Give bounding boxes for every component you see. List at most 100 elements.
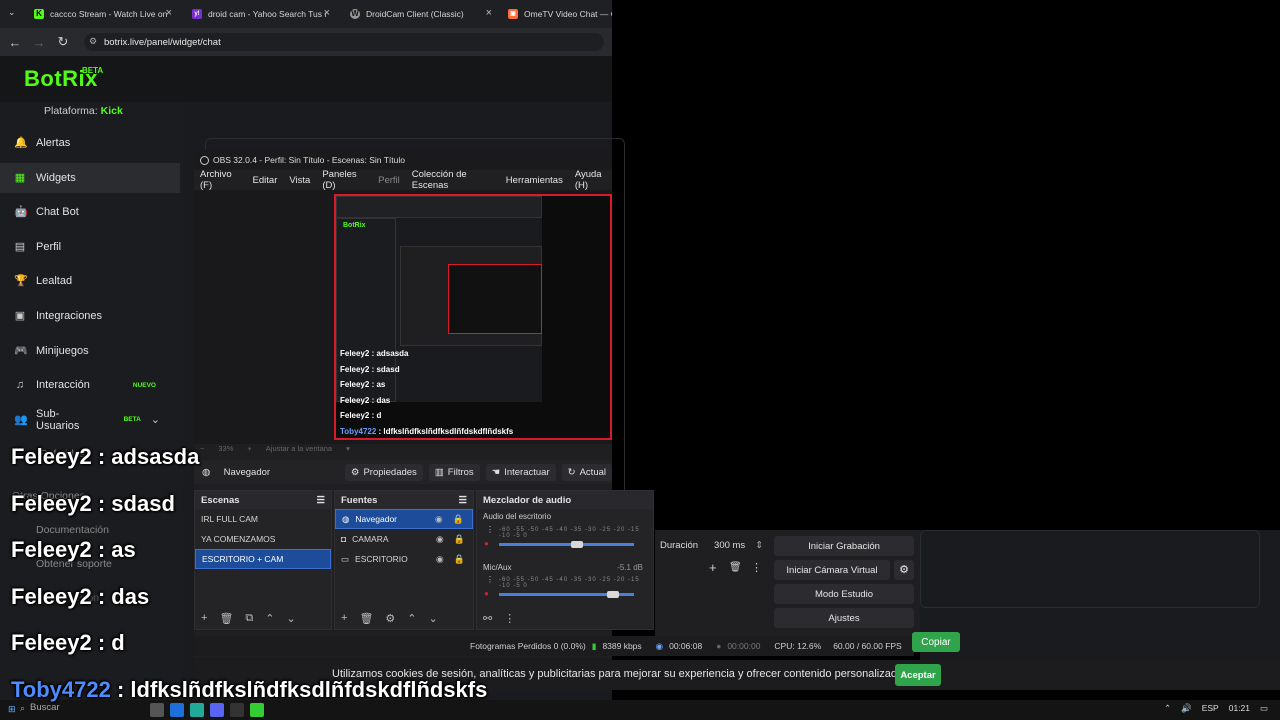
site-info-icon[interactable]: ⚙ [89,36,97,47]
browser-tab[interactable]: ▣ OmeTV Video Chat — O [504,3,612,25]
stepper-icon[interactable]: ⇕ [755,540,763,551]
obs-app-icon[interactable] [230,703,244,717]
tab-list-chevron-icon[interactable]: ⌄ [8,7,16,18]
start-recording-button[interactable]: Iniciar Grabación [774,536,914,556]
close-tab-icon[interactable]: × [166,7,172,19]
zoom-out-icon[interactable]: − [200,444,204,453]
sidebar-item-lealtad[interactable]: 🏆 Lealtad [0,266,180,296]
sidebar-item-sub-usuarios[interactable]: 👥 Sub-Usuarios BETA ⌄ [0,405,180,435]
url-field[interactable]: ⚙ botrix.live/panel/widget/chat [84,33,604,51]
mute-icon[interactable]: ● [484,589,489,598]
trash-icon[interactable]: 🗑 [219,612,233,625]
browser-tab[interactable]: y! droid cam - Yahoo Search Tus r × [188,3,334,25]
trash-icon[interactable]: 🗑 [729,562,742,573]
eye-icon[interactable]: ◉ [436,554,444,565]
search-icon[interactable]: ⌕ [20,703,25,714]
app-icon[interactable] [250,703,264,717]
dock-menu-icon[interactable]: ☰ [316,495,325,506]
scene-item-selected[interactable]: ESCRITORIO + CAM [195,549,331,569]
sidebar-item-perfil[interactable]: ▤ Perfil [0,232,180,262]
properties-button[interactable]: ⚙ Propiedades [344,463,423,481]
chevron-down-icon[interactable]: ▾ [346,444,350,453]
eye-icon[interactable]: ◉ [435,514,443,525]
scene-item[interactable]: IRL FULL CAM [195,509,331,529]
track-menu-icon[interactable]: ⋮ [486,575,494,584]
obs-menu-item[interactable]: Editar [253,175,278,186]
clock[interactable]: 01:21 [1229,703,1250,714]
fader-knob[interactable] [571,541,583,548]
chevron-down-icon[interactable]: ⌄ [151,413,160,426]
input-language[interactable]: ESP [1202,703,1219,714]
link-icon[interactable]: ⚯ [483,612,492,625]
close-tab-icon[interactable]: × [324,7,330,19]
chrome-icon[interactable] [190,703,204,717]
refresh-button[interactable]: ↻ Actual [561,463,612,481]
lock-icon[interactable]: 🔒 [453,514,464,525]
volume-icon[interactable]: 🔊 [1181,703,1192,714]
copy-icon[interactable]: ⧉ [245,612,253,625]
sidebar-item-integraciones[interactable]: ▣ Integraciones [0,301,180,331]
obs-menu-item[interactable]: Colección de Escenas [412,169,494,191]
sidebar-item-widgets[interactable]: ▦ Widgets [0,162,180,193]
sidebar-item-alertas[interactable]: 🔔 Alertas [0,128,180,158]
discord-icon[interactable] [210,703,224,717]
obs-menu-item[interactable]: Vista [289,175,310,186]
sidebar-item-interacci-n[interactable]: ♫ Interacción NUEVO [0,370,180,400]
browser-tab[interactable]: W DroidCam Client (Classic) × [346,3,496,25]
trash-icon[interactable]: 🗑 [359,612,373,625]
add-icon[interactable]: + [709,560,717,575]
arrow-down-icon[interactable]: ⌄ [286,612,295,625]
back-icon[interactable]: ← [3,35,27,50]
app-icon[interactable] [170,703,184,717]
menu-dots-icon[interactable]: ⋮ [504,612,515,625]
arrow-down-icon[interactable]: ⌄ [429,612,438,625]
fit-window-label[interactable]: Ajustar a la ventana [266,444,332,453]
dock-menu-icon[interactable]: ☰ [458,495,467,506]
obs-menu-item[interactable]: Ayuda (H) [575,169,612,191]
lock-icon[interactable]: 🔒 [454,554,465,565]
close-tab-icon[interactable]: × [486,7,492,19]
gear-icon[interactable]: ⚙ [385,612,395,625]
windows-start-icon[interactable]: ⊞ [8,704,16,715]
notifications-icon[interactable]: ▭ [1260,703,1268,714]
arrow-up-icon[interactable]: ⌃ [265,612,274,625]
browser-tab[interactable]: K caccco Stream - Watch Live on × [30,3,176,25]
app-icon[interactable] [150,703,164,717]
chevron-up-icon[interactable]: ⌃ [1164,703,1171,714]
taskbar-search[interactable]: Buscar [30,702,60,713]
obs-menu-item[interactable]: Perfil [378,175,400,186]
menu-dots-icon[interactable]: ⋮ [751,561,762,574]
copy-button[interactable]: Copiar [912,632,960,652]
lock-icon[interactable]: 🔒 [454,534,465,545]
chat-text: das [111,584,150,609]
accept-cookies-button[interactable]: Aceptar [895,664,941,686]
obs-menu-item[interactable]: Paneles (D) [322,169,366,191]
add-icon[interactable]: + [341,612,347,625]
add-icon[interactable]: + [201,612,207,625]
eye-icon[interactable]: ◉ [436,534,444,545]
scene-item[interactable]: YA COMENZAMOS [195,529,331,549]
start-virtual-camera-button[interactable]: Iniciar Cámara Virtual [774,560,890,580]
mute-icon[interactable]: ● [484,539,489,548]
forward-icon[interactable]: → [27,35,51,50]
sidebar-item-minijuegos[interactable]: 🎮 Minijuegos [0,336,180,366]
interact-button[interactable]: ☚ Interactuar [485,463,556,481]
filters-button[interactable]: ▥ Filtros [428,463,480,481]
zoom-in-icon[interactable]: + [247,444,251,453]
source-item[interactable]: ◘ CAMARA ◉ 🔒 [335,529,473,549]
obs-menu-item[interactable]: Herramientas [506,175,563,186]
virtual-camera-settings-gear-icon[interactable]: ⚙ [894,560,914,580]
source-item-selected[interactable]: ◍ Navegador ◉ 🔒 [335,509,473,529]
arrow-up-icon[interactable]: ⌃ [407,612,416,625]
reload-icon[interactable]: ↻ [51,34,75,50]
obs-menu-item[interactable]: Archivo (F) [200,169,241,191]
sidebar-item-chat-bot[interactable]: 🤖 Chat Bot [0,197,180,227]
settings-button[interactable]: Ajustes [774,608,914,628]
duration-value[interactable]: 300 ms [714,540,745,551]
track-menu-icon[interactable]: ⋮ [486,525,494,534]
source-item[interactable]: ▭ ESCRITORIO ◉ 🔒 [335,549,473,569]
fader-knob[interactable] [607,591,619,598]
volume-fader[interactable] [499,543,634,546]
studio-mode-button[interactable]: Modo Estudio [774,584,914,604]
obs-preview[interactable]: BotRix Feleey2 : adsasda Feleey2 : sdasd F… [334,194,612,440]
